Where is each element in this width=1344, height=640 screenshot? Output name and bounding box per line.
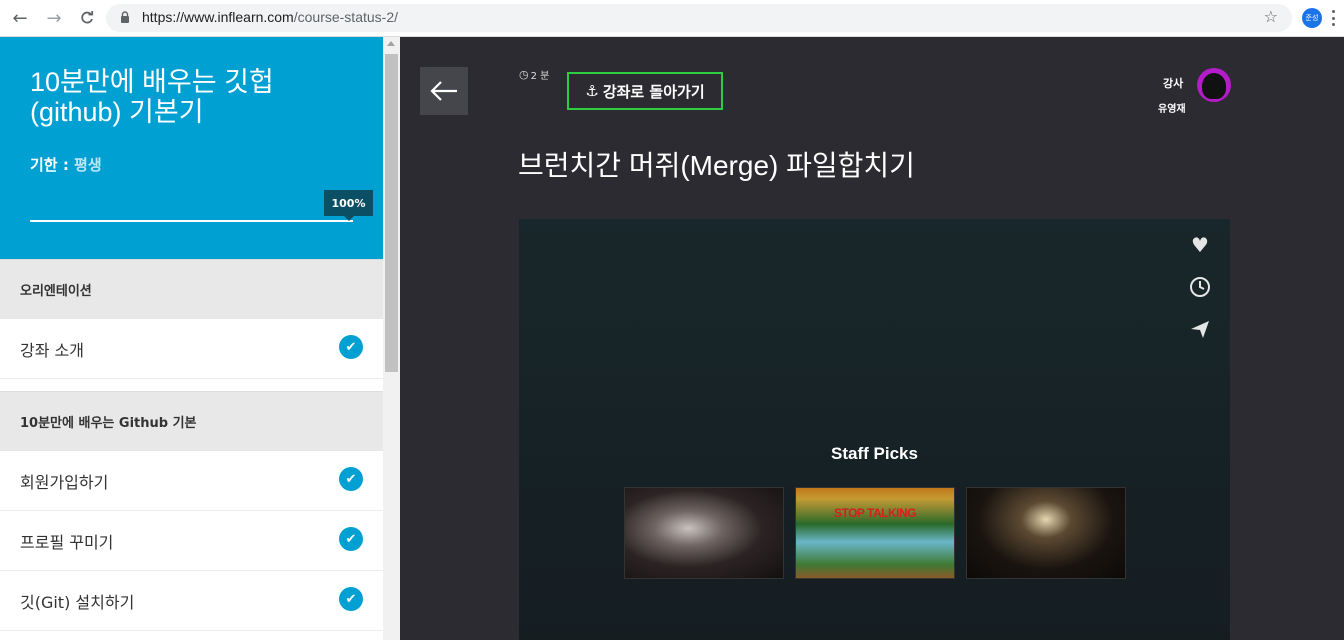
bookmark-star-icon[interactable]: ☆	[1264, 7, 1278, 26]
lesson-item[interactable]: 강좌 소개 ✔	[0, 319, 383, 379]
video-player[interactable]: ♥ Staff Picks STOP TALKING	[519, 219, 1230, 640]
course-title: 10분만에 배우는 깃헙 (github) 기본기	[30, 67, 274, 127]
lesson-item[interactable]: 회원가입하기 ✔	[0, 451, 383, 511]
progress-fill	[30, 220, 353, 222]
instructor-name: 유영재	[1158, 104, 1186, 115]
lesson-title: 프로필 꾸미기	[20, 532, 114, 552]
address-bar[interactable]: https://www.inflearn.com/course-status-2…	[106, 4, 1292, 32]
clock-small-icon: ◷	[519, 68, 529, 81]
scroll-thumb[interactable]	[385, 54, 398, 372]
progress-bar	[30, 220, 353, 222]
check-icon: ✔	[339, 587, 363, 611]
thumbnail-caption: STOP TALKING	[833, 506, 917, 520]
scroll-up-icon[interactable]	[387, 41, 395, 46]
lesson-item[interactable]: 프로필 꾸미기 ✔	[0, 511, 383, 571]
lock-icon	[121, 11, 129, 23]
browser-menu-icon[interactable]	[1330, 8, 1336, 28]
browser-toolbar: ← → https://www.inflearn.com/course-stat…	[0, 0, 1344, 37]
send-icon[interactable]	[1186, 315, 1214, 343]
course-sidebar: 10분만에 배우는 깃헙 (github) 기본기 기한 : 평생 100% 오…	[0, 37, 383, 640]
return-to-course-button[interactable]: ⚓ 강좌로 돌아가기	[567, 72, 723, 110]
staff-picks-thumbnails: STOP TALKING	[624, 487, 1126, 579]
profile-avatar[interactable]: 준성	[1302, 8, 1322, 28]
course-period: 기한 : 평생	[30, 156, 102, 174]
back-arrow-icon[interactable]	[420, 67, 468, 115]
progress-badge: 100%	[324, 190, 373, 221]
url-text: https://www.inflearn.com/course-status-2…	[142, 9, 398, 25]
lesson-title: 강좌 소개	[20, 340, 84, 360]
browser-forward-icon[interactable]: →	[42, 6, 66, 30]
lesson-duration: ◷ 2 분	[519, 68, 550, 82]
reload-icon[interactable]	[75, 6, 99, 30]
sidebar-scrollbar[interactable]	[383, 37, 400, 640]
lesson-item[interactable]: 깃(Git) 설치하기 ✔	[0, 571, 383, 631]
check-icon: ✔	[339, 467, 363, 491]
section-header[interactable]: 오리엔테이션	[0, 259, 383, 319]
section-header[interactable]: 10분만에 배우는 Github 기본	[0, 391, 383, 451]
video-thumbnail[interactable]: STOP TALKING	[795, 487, 955, 579]
heart-icon[interactable]: ♥	[1186, 231, 1214, 259]
instructor-avatar[interactable]	[1197, 68, 1231, 102]
browser-back-icon[interactable]: ←	[8, 6, 32, 30]
staff-picks-title: Staff Picks	[831, 444, 918, 463]
clock-icon[interactable]	[1186, 273, 1214, 301]
lesson-heading: 브런치간 머쥐(Merge) 파일합치기	[518, 150, 915, 181]
check-icon: ✔	[339, 527, 363, 551]
check-icon: ✔	[339, 335, 363, 359]
lesson-main: ◷ 2 분 ⚓ 강좌로 돌아가기 강사 유영재 브런치간 머쥐(Merge) 파…	[400, 37, 1344, 640]
lesson-title: 회원가입하기	[20, 472, 109, 492]
course-header: 10분만에 배우는 깃헙 (github) 기본기 기한 : 평생 100%	[0, 37, 383, 259]
lesson-title: 깃(Git) 설치하기	[20, 592, 135, 612]
video-thumbnail[interactable]	[966, 487, 1126, 579]
anchor-icon: ⚓	[585, 82, 599, 100]
video-actions: ♥	[1184, 231, 1216, 343]
instructor-label: 강사	[1163, 77, 1184, 90]
video-thumbnail[interactable]	[624, 487, 784, 579]
